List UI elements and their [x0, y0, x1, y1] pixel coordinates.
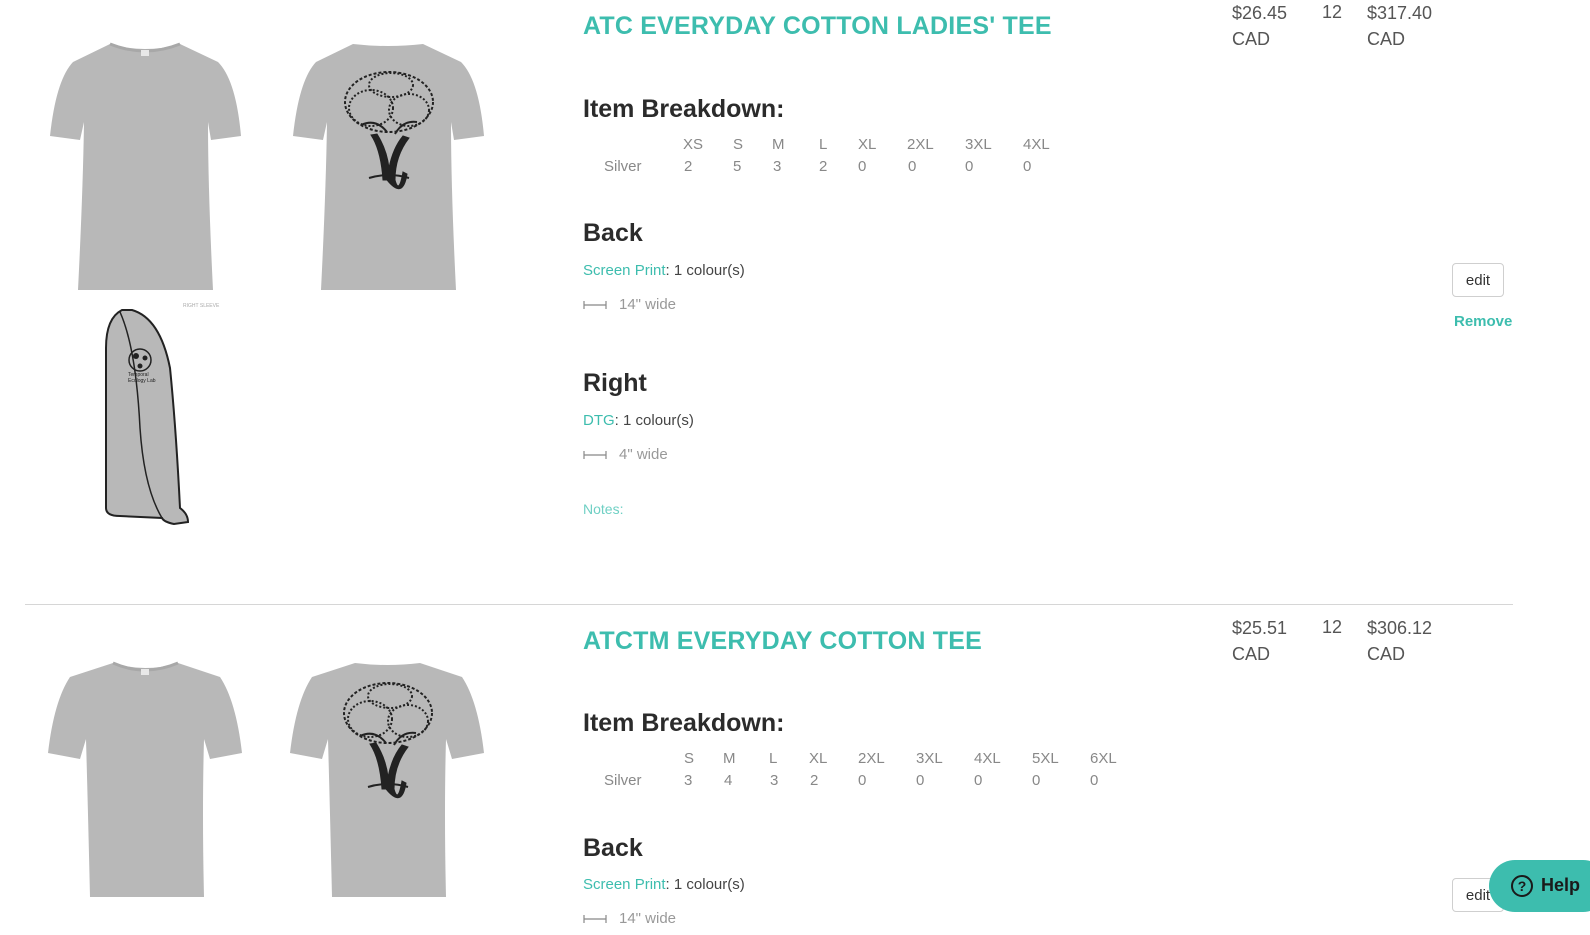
total-price-amount: $306.12	[1367, 618, 1433, 638]
print-width-row: 14" wide	[583, 910, 676, 927]
print-location-back: Back	[583, 219, 643, 247]
product-title[interactable]: ATC EVERYDAY COTTON LADIES' TEE	[583, 12, 1052, 41]
unit-price-amount: $26.45	[1232, 3, 1288, 23]
print-method-link[interactable]: DTG	[583, 412, 615, 429]
print-location-back: Back	[583, 834, 643, 862]
size-count: 2	[819, 158, 828, 175]
size-header: 4XL	[974, 750, 1001, 767]
total-price-currency: CAD	[1367, 644, 1406, 664]
print-width: 14" wide	[619, 296, 677, 313]
size-breakdown-table: Silver S M L XL 2XL 3XL 4XL 5XL 6XL 3 4 …	[583, 750, 1143, 794]
size-count: 0	[908, 158, 917, 175]
product-title[interactable]: ATCTM EVERYDAY COTTON TEE	[583, 627, 982, 656]
item-breakdown-heading: Item Breakdown:	[583, 709, 785, 737]
print-width: 4" wide	[619, 446, 668, 463]
product-back-image	[290, 663, 484, 897]
size-count: 3	[770, 772, 779, 789]
size-header: 3XL	[916, 750, 943, 767]
size-count: 0	[965, 158, 974, 175]
size-count: 0	[858, 772, 867, 789]
size-count: 2	[810, 772, 819, 789]
size-header: L	[819, 136, 828, 153]
sleeve-logo-text: Temporal Ecology Lab	[128, 372, 156, 384]
colour-count: : 1 colour(s)	[665, 262, 745, 279]
size-count: 0	[1023, 158, 1032, 175]
size-header: 4XL	[1023, 136, 1050, 153]
size-header: 5XL	[1032, 750, 1059, 767]
help-label: Help	[1541, 875, 1581, 895]
print-width: 14" wide	[619, 910, 677, 927]
total-price: $306.12 CAD	[1367, 615, 1432, 667]
cart-item-2: ATCTM EVERYDAY COTTON TEE $25.51 CAD 12 …	[0, 605, 1590, 935]
size-header: M	[723, 750, 736, 767]
size-header: 2XL	[858, 750, 885, 767]
width-ruler-icon	[583, 915, 607, 924]
print-location-right: Right	[583, 369, 647, 397]
product-sleeve-image	[105, 309, 190, 526]
cart-item-1: RIGHT SLEEVE Temporal Ecology Lab ATC EV…	[0, 0, 1590, 605]
size-count: 0	[916, 772, 925, 789]
colour-count: : 1 colour(s)	[614, 412, 694, 429]
remove-link[interactable]: Remove	[1454, 313, 1512, 330]
size-count: 0	[1090, 772, 1099, 789]
size-count: 4	[724, 772, 733, 789]
size-count: 3	[773, 158, 782, 175]
print-method-row: DTG: 1 colour(s)	[583, 412, 694, 429]
print-method-link[interactable]: Screen Print	[583, 876, 666, 893]
size-header: S	[733, 136, 744, 153]
quantity: 12	[1322, 617, 1343, 637]
question-icon: ?	[1511, 875, 1533, 897]
size-header: XL	[858, 136, 877, 153]
size-count: 5	[733, 158, 742, 175]
unit-price-currency: CAD	[1232, 29, 1271, 49]
product-back-image	[293, 44, 484, 290]
help-widget-button[interactable]: ? Help	[1489, 860, 1590, 912]
unit-price-amount: $25.51	[1232, 618, 1288, 638]
total-price-currency: CAD	[1367, 29, 1406, 49]
unit-price: $25.51 CAD	[1232, 615, 1287, 667]
unit-price: $26.45 CAD	[1232, 0, 1287, 52]
size-count: 3	[684, 772, 693, 789]
print-method-link[interactable]: Screen Print	[583, 262, 666, 279]
size-header: M	[772, 136, 785, 153]
width-ruler-icon	[583, 451, 607, 460]
size-header: 2XL	[907, 136, 934, 153]
size-count: 2	[684, 158, 693, 175]
edit-button[interactable]: edit	[1452, 263, 1504, 297]
print-width-row: 14" wide	[583, 296, 676, 313]
size-header: 6XL	[1090, 750, 1117, 767]
size-count: 0	[974, 772, 983, 789]
size-header: XS	[683, 136, 704, 153]
color-name: Silver	[604, 772, 642, 789]
product-front-image	[48, 661, 242, 897]
color-name: Silver	[604, 158, 642, 175]
print-width-row: 4" wide	[583, 446, 668, 463]
size-header: L	[769, 750, 778, 767]
total-price-amount: $317.40	[1367, 3, 1433, 23]
unit-price-currency: CAD	[1232, 644, 1271, 664]
size-header: 3XL	[965, 136, 992, 153]
colour-count: : 1 colour(s)	[665, 876, 745, 893]
total-price: $317.40 CAD	[1367, 0, 1432, 52]
size-breakdown-table: Silver XS S M L XL 2XL 3XL 4XL 2 5 3 2 0…	[583, 136, 1083, 180]
size-header: XL	[809, 750, 828, 767]
item-breakdown-heading: Item Breakdown:	[583, 95, 785, 123]
print-method-row: Screen Print: 1 colour(s)	[583, 262, 745, 279]
size-count: 0	[1032, 772, 1041, 789]
product-front-image	[50, 42, 241, 290]
width-ruler-icon	[583, 301, 607, 310]
quantity: 12	[1322, 2, 1343, 22]
notes-label: Notes:	[583, 501, 624, 517]
print-method-row: Screen Print: 1 colour(s)	[583, 876, 745, 893]
size-header: S	[684, 750, 695, 767]
size-count: 0	[858, 158, 867, 175]
